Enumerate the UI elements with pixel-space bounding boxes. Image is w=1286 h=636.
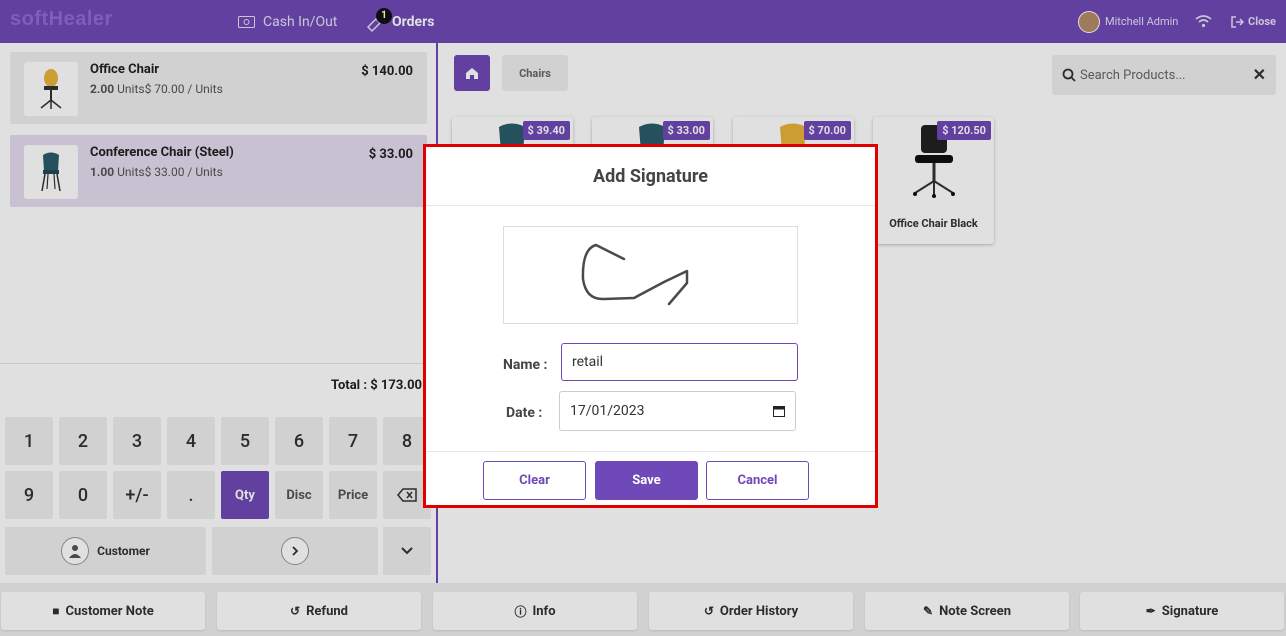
- calendar-icon[interactable]: [773, 405, 785, 417]
- date-field[interactable]: 17/01/2023: [559, 391, 796, 431]
- name-label: Name :: [503, 357, 548, 373]
- dialog-title: Add Signature: [426, 147, 875, 206]
- cancel-button[interactable]: Cancel: [706, 461, 809, 500]
- save-button[interactable]: Save: [595, 461, 698, 500]
- name-field[interactable]: retail: [561, 343, 798, 381]
- signature-pad[interactable]: [503, 226, 798, 324]
- add-signature-dialog: Add Signature Name : retail Date : 17/01…: [423, 144, 878, 508]
- dialog-footer: Clear Save Cancel: [426, 451, 875, 508]
- date-label: Date :: [506, 405, 543, 421]
- date-value: 17/01/2023: [570, 403, 645, 419]
- clear-button[interactable]: Clear: [483, 461, 586, 500]
- signature-drawing: [581, 243, 689, 306]
